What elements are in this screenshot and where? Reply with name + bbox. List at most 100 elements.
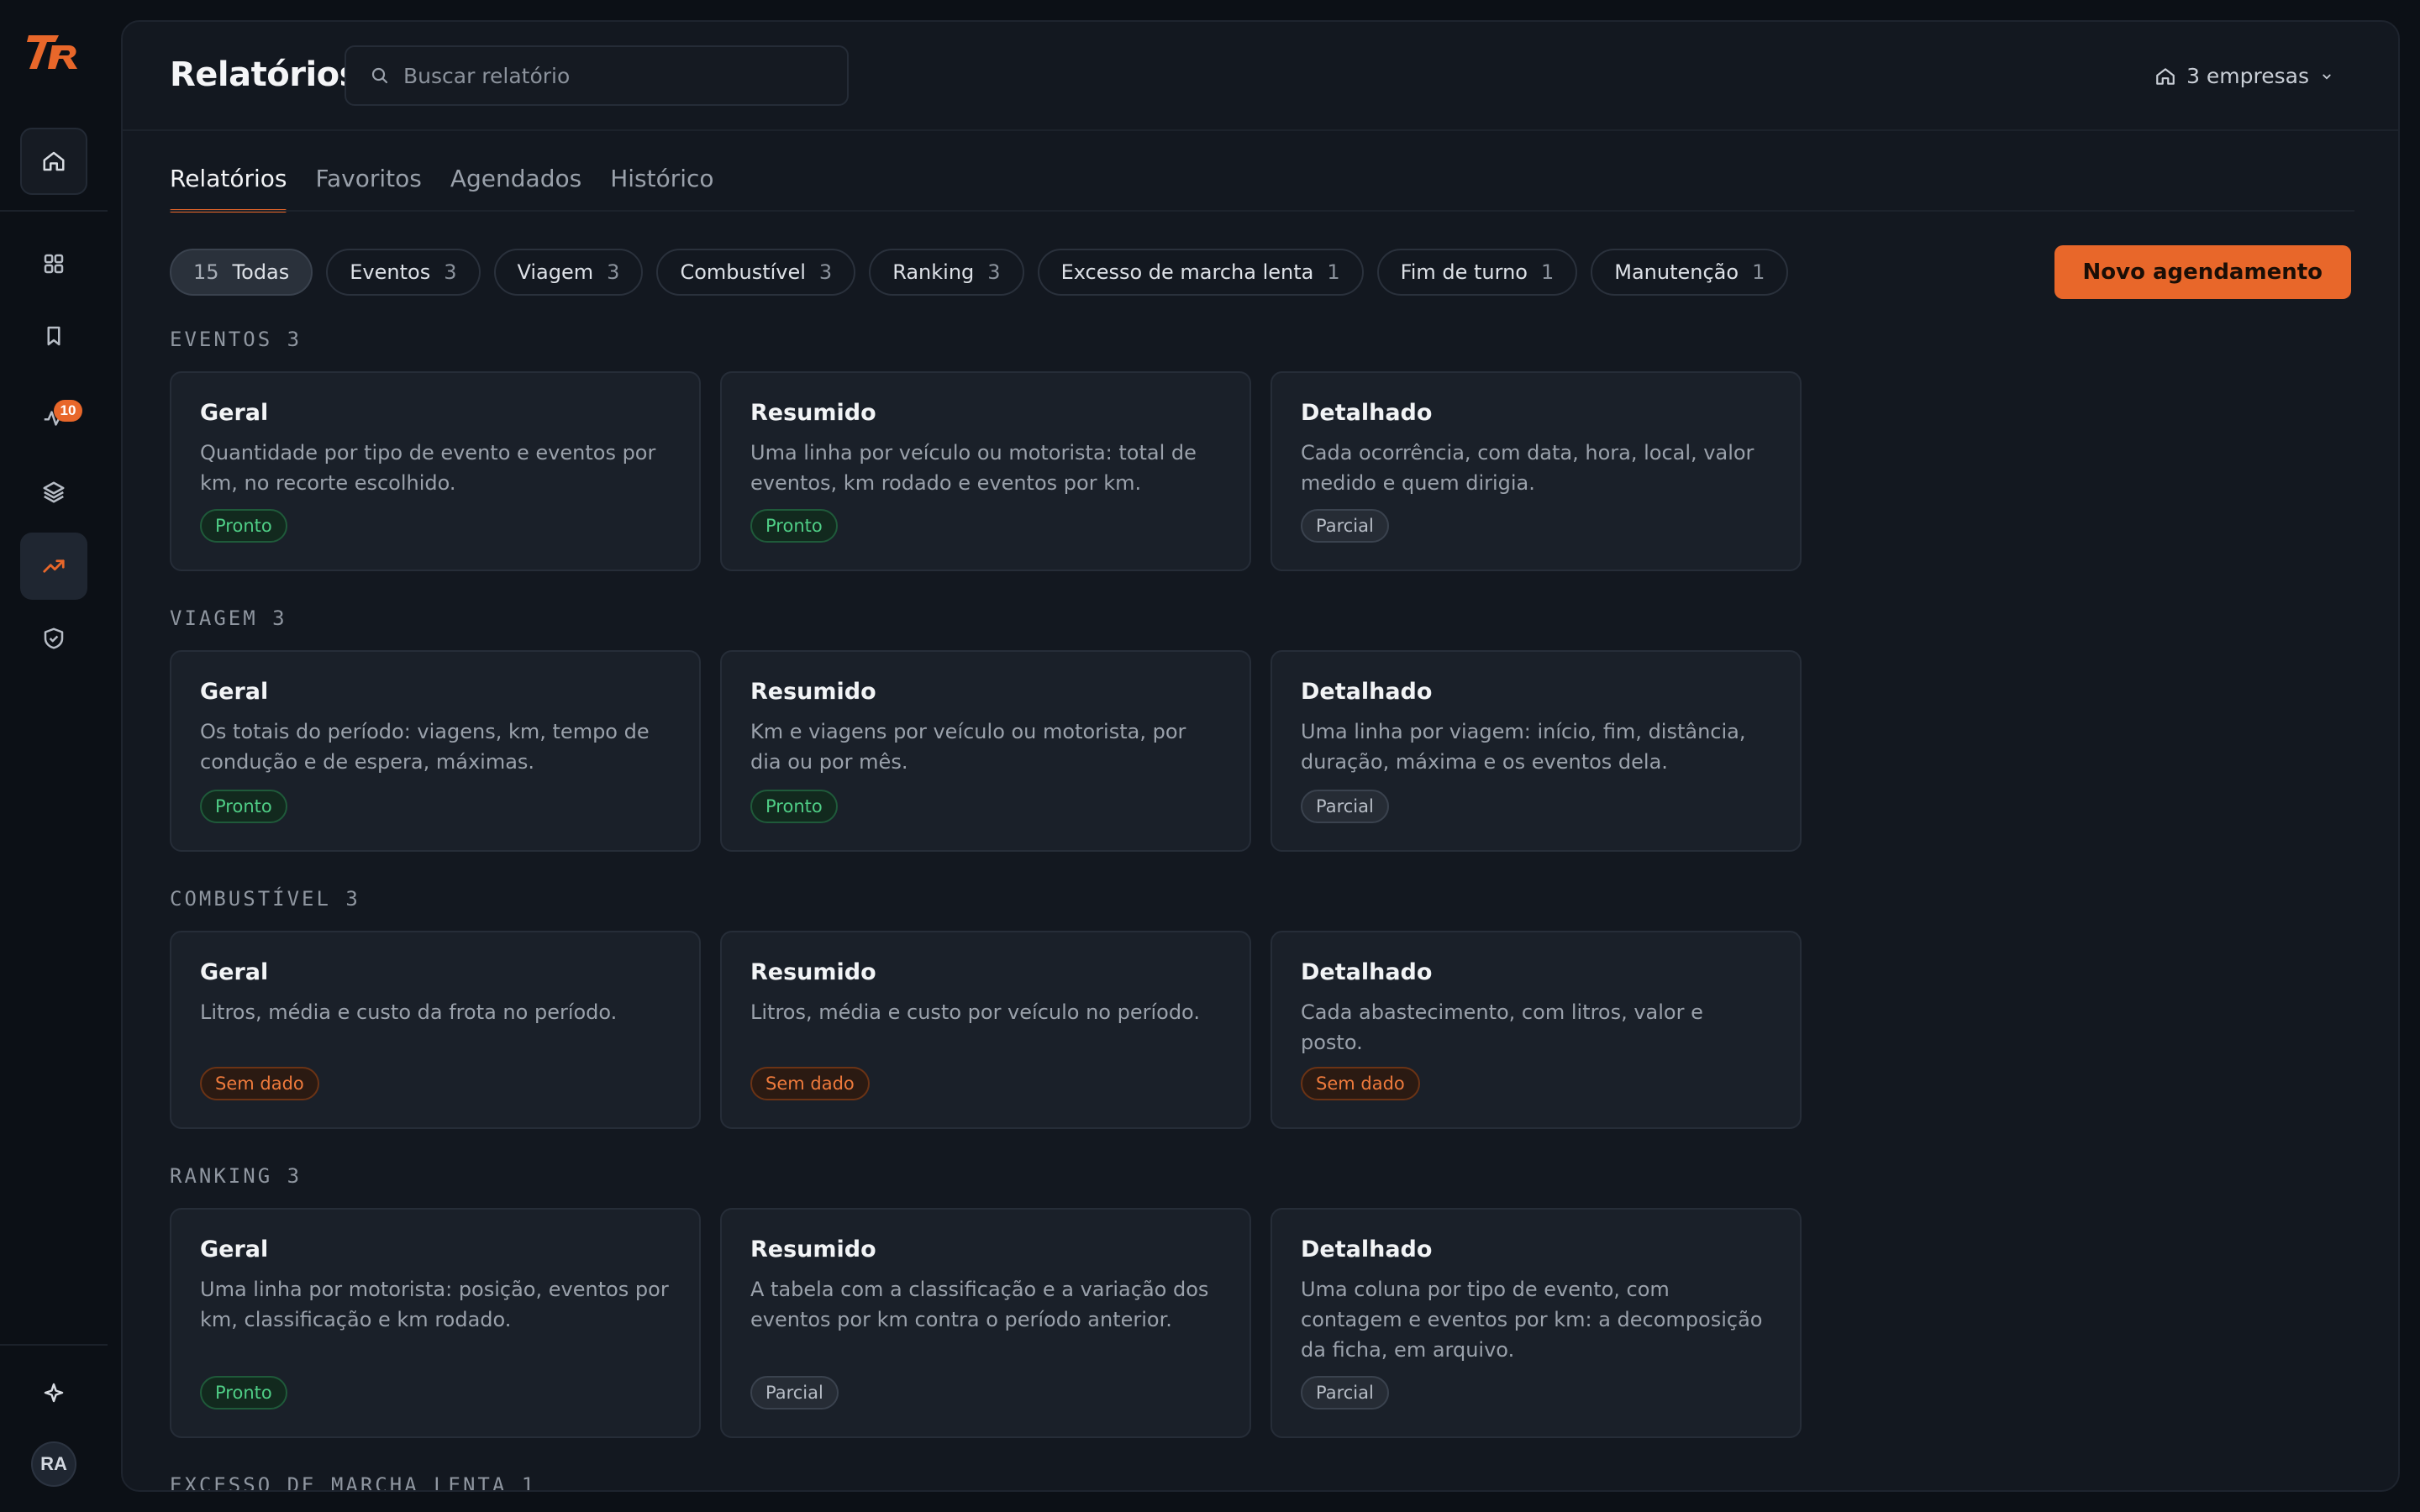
tabs-divider bbox=[170, 210, 2354, 212]
company-selector[interactable]: 3 empresas bbox=[2154, 64, 2334, 88]
rail-divider bbox=[0, 1344, 108, 1346]
report-card[interactable]: Resumido A tabela com a classificação e … bbox=[720, 1208, 1251, 1438]
chip-label: Eventos bbox=[350, 260, 431, 284]
card-title: Geral bbox=[200, 400, 269, 426]
rail-home-button[interactable] bbox=[20, 128, 87, 195]
building-icon bbox=[2156, 67, 2175, 85]
search-box[interactable] bbox=[345, 45, 849, 106]
status-badge: Pronto bbox=[200, 790, 287, 823]
chip-count: 3 bbox=[987, 260, 1001, 284]
report-card[interactable]: Geral Uma linha por motorista: posição, … bbox=[170, 1208, 701, 1438]
rail-divider bbox=[0, 210, 108, 212]
notification-badge: 10 bbox=[54, 400, 82, 422]
status-badge: Parcial bbox=[750, 1376, 839, 1410]
card-description: Litros, média e custo por veículo no per… bbox=[750, 1000, 1200, 1024]
rail-layers-button[interactable] bbox=[20, 459, 87, 526]
report-card[interactable]: Geral Litros, média e custo da frota no … bbox=[170, 931, 701, 1129]
report-card[interactable]: Geral Quantidade por tipo de evento e ev… bbox=[170, 371, 701, 571]
rail-reports-button[interactable] bbox=[20, 533, 87, 600]
card-title: Detalhado bbox=[1301, 959, 1433, 985]
status-badge: Parcial bbox=[1301, 790, 1389, 823]
status-badge: Pronto bbox=[200, 509, 287, 543]
card-description: Litros, média e custo da frota no períod… bbox=[200, 1000, 618, 1024]
rail-bookmarks-button[interactable] bbox=[20, 302, 87, 370]
chip-count: 3 bbox=[444, 260, 457, 284]
chip-viagem[interactable]: Viagem 3 bbox=[493, 249, 644, 296]
report-card[interactable]: Resumido Uma linha por veículo ou motori… bbox=[720, 371, 1251, 571]
chip-manutencao[interactable]: Manutenção 1 bbox=[1591, 249, 1789, 296]
card-title: Geral bbox=[200, 1236, 269, 1263]
tab-historico[interactable]: Histórico bbox=[610, 165, 713, 211]
tab-agendados[interactable]: Agendados bbox=[450, 165, 581, 211]
card-description: Cada ocorrência, com data, hora, local, … bbox=[1301, 441, 1754, 495]
grid-icon bbox=[44, 254, 64, 274]
section-title-ranking: RANKING 3 bbox=[170, 1164, 302, 1188]
chip-label: Fim de turno bbox=[1400, 260, 1528, 284]
report-card[interactable]: Detalhado Uma coluna por tipo de evento,… bbox=[1270, 1208, 1802, 1438]
status-badge: Pronto bbox=[200, 1376, 287, 1410]
status-badge: Pronto bbox=[750, 509, 838, 543]
card-description: Uma linha por veículo ou motorista: tota… bbox=[750, 441, 1197, 495]
card-description: Os totais do período: viagens, km, tempo… bbox=[200, 720, 650, 774]
rail-dashboard-button[interactable] bbox=[20, 230, 87, 297]
chip-label: Ranking bbox=[892, 260, 975, 284]
chip-count: 15 bbox=[193, 260, 219, 284]
chip-count: 3 bbox=[818, 260, 833, 284]
card-title: Geral bbox=[200, 959, 269, 985]
report-card[interactable]: Detalhado Cada ocorrência, com data, hor… bbox=[1270, 371, 1802, 571]
card-title: Detalhado bbox=[1301, 679, 1433, 705]
tab-relatorios[interactable]: Relatórios bbox=[170, 165, 287, 213]
page-title: Relatórios bbox=[170, 55, 359, 94]
section-title-viagem: VIAGEM 3 bbox=[170, 606, 287, 630]
report-tabs: Relatórios Favoritos Agendados Histórico bbox=[170, 165, 714, 213]
card-title: Geral bbox=[200, 679, 269, 705]
chip-combustivel[interactable]: Combustível 3 bbox=[656, 249, 856, 296]
status-badge: Pronto bbox=[750, 790, 838, 823]
rail-ai-button[interactable] bbox=[20, 1359, 87, 1426]
report-card[interactable]: Geral Os totais do período: viagens, km,… bbox=[170, 650, 701, 852]
left-rail: 10 RA bbox=[0, 0, 108, 1512]
shield-check-icon bbox=[44, 627, 64, 649]
card-title: Detalhado bbox=[1301, 400, 1433, 426]
company-selector-label: 3 empresas bbox=[2186, 64, 2309, 88]
chip-excesso-marcha-lenta[interactable]: Excesso de marcha lenta 1 bbox=[1037, 249, 1364, 296]
report-card[interactable]: Resumido Km e viagens por veículo ou mot… bbox=[720, 650, 1251, 852]
trending-up-icon bbox=[43, 559, 65, 573]
card-description: A tabela com a classificação e a variaçã… bbox=[750, 1278, 1209, 1331]
chip-label: Manutenção bbox=[1614, 260, 1739, 284]
chip-eventos[interactable]: Eventos 3 bbox=[326, 249, 481, 296]
section-title-combustivel: COMBUSTÍVEL 3 bbox=[170, 887, 360, 911]
chip-label: Combustível bbox=[680, 260, 806, 284]
chip-ranking[interactable]: Ranking 3 bbox=[869, 249, 1024, 296]
card-description: Uma coluna por tipo de evento, com conta… bbox=[1301, 1278, 1763, 1362]
status-badge: Sem dado bbox=[1301, 1067, 1420, 1100]
rail-security-button[interactable] bbox=[20, 605, 87, 672]
card-description: Km e viagens por veículo ou motorista, p… bbox=[750, 720, 1186, 774]
report-card[interactable]: Detalhado Uma linha por viagem: início, … bbox=[1270, 650, 1802, 852]
card-title: Resumido bbox=[750, 679, 876, 705]
search-icon bbox=[371, 67, 388, 84]
chip-count: 1 bbox=[1752, 260, 1765, 284]
rail-activity-button[interactable]: 10 bbox=[20, 385, 87, 452]
card-description: Cada abastecimento, com litros, valor e … bbox=[1301, 1000, 1703, 1054]
category-filter-chips: 15 Todas Eventos 3 Viagem 3 Combustível … bbox=[170, 249, 1789, 296]
chip-todas[interactable]: 15 Todas bbox=[170, 249, 313, 296]
chip-label: Todas bbox=[232, 260, 290, 284]
report-card[interactable]: Detalhado Cada abastecimento, com litros… bbox=[1270, 931, 1802, 1129]
search-input[interactable] bbox=[403, 63, 823, 88]
card-title: Resumido bbox=[750, 959, 876, 985]
chip-fim-de-turno[interactable]: Fim de turno 1 bbox=[1376, 249, 1578, 296]
new-schedule-button[interactable]: Novo agendamento bbox=[2054, 245, 2351, 299]
chip-label: Viagem bbox=[517, 260, 594, 284]
brand-logo[interactable] bbox=[25, 30, 81, 74]
card-description: Uma linha por viagem: início, fim, distâ… bbox=[1301, 720, 1746, 774]
status-badge: Sem dado bbox=[750, 1067, 870, 1100]
card-description: Uma linha por motorista: posição, evento… bbox=[200, 1278, 669, 1331]
user-avatar[interactable]: RA bbox=[31, 1441, 76, 1487]
report-card[interactable]: Resumido Litros, média e custo por veícu… bbox=[720, 931, 1251, 1129]
tab-favoritos[interactable]: Favoritos bbox=[315, 165, 421, 211]
bookmark-icon bbox=[47, 326, 60, 346]
section-title-eventos: EVENTOS 3 bbox=[170, 328, 302, 351]
chip-count: 3 bbox=[607, 260, 620, 284]
chip-count: 1 bbox=[1327, 260, 1340, 284]
